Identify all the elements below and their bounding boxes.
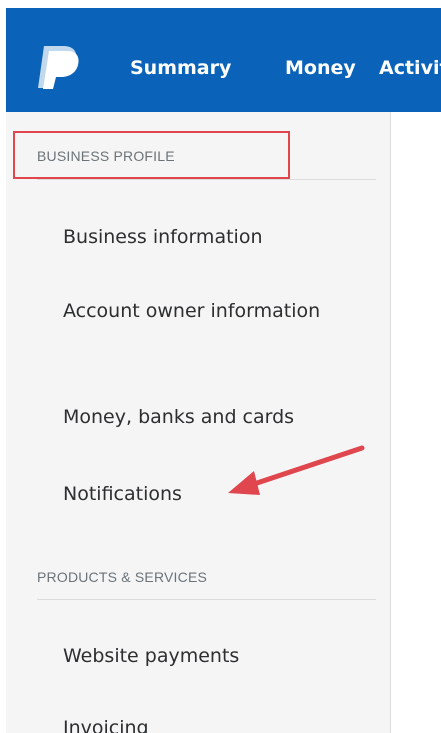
section-divider: [37, 599, 376, 600]
nav-money[interactable]: Money: [285, 57, 356, 79]
top-navigation-bar: Summary Money Activity: [6, 8, 441, 112]
menu-item-invoicing[interactable]: Invoicing: [63, 713, 353, 733]
section-title-products-services: PRODUCTS & SERVICES: [37, 569, 208, 585]
annotation-arrow-icon: [228, 445, 365, 495]
paypal-logo-icon[interactable]: [32, 42, 82, 92]
settings-sidebar: BUSINESS PROFILE Business information Ac…: [6, 112, 391, 733]
nav-summary[interactable]: Summary: [130, 57, 231, 79]
menu-item-money-banks-cards[interactable]: Money, banks and cards: [63, 402, 353, 432]
menu-item-account-owner-information[interactable]: Account owner information: [63, 296, 353, 326]
section-divider: [37, 179, 376, 180]
nav-activity[interactable]: Activity: [379, 57, 441, 79]
menu-item-business-information[interactable]: Business information: [63, 222, 353, 252]
menu-item-website-payments[interactable]: Website payments: [63, 641, 353, 671]
section-title-business-profile: BUSINESS PROFILE: [37, 148, 175, 164]
